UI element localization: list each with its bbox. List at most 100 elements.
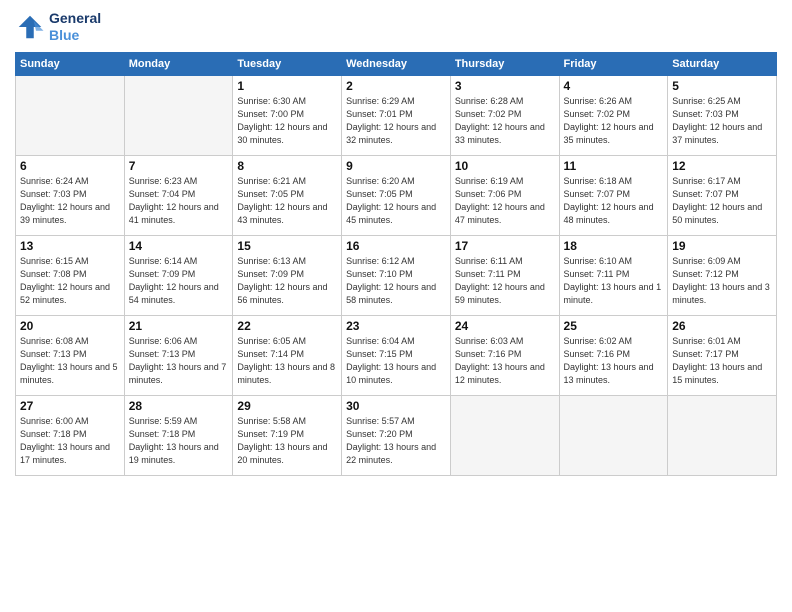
day-info: Sunrise: 6:17 AMSunset: 7:07 PMDaylight:… (672, 175, 772, 227)
day-number: 14 (129, 239, 229, 253)
calendar-cell: 21 Sunrise: 6:06 AMSunset: 7:13 PMDayligh… (124, 315, 233, 395)
header: General Blue (15, 10, 777, 44)
day-number: 8 (237, 159, 337, 173)
calendar-cell: 5Sunrise: 6:25 AMSunset: 7:03 PMDaylight… (668, 75, 777, 155)
weekday-header-wednesday: Wednesday (342, 52, 451, 75)
calendar-cell (559, 395, 668, 475)
calendar-cell: 10 Sunrise: 6:19 AMSunset: 7:06 PMDayligh… (450, 155, 559, 235)
day-info: Sunrise: 6:08 AMSunset: 7:13 PMDaylight:… (20, 335, 120, 387)
weekday-header-row: SundayMondayTuesdayWednesdayThursdayFrid… (16, 52, 777, 75)
day-number: 25 (564, 319, 664, 333)
logo-icon (15, 12, 45, 42)
day-number: 28 (129, 399, 229, 413)
weekday-header-friday: Friday (559, 52, 668, 75)
day-number: 27 (20, 399, 120, 413)
calendar-cell: 2 Sunrise: 6:29 AMSunset: 7:01 PMDaylight… (342, 75, 451, 155)
weekday-header-sunday: Sunday (16, 52, 125, 75)
day-info: Sunrise: 6:30 AMSunset: 7:00 PMDaylight:… (237, 95, 337, 147)
calendar-cell: 26 Sunrise: 6:01 AMSunset: 7:17 PMDayligh… (668, 315, 777, 395)
day-info: Sunrise: 6:06 AMSunset: 7:13 PMDaylight:… (129, 335, 229, 387)
day-info: Sunrise: 6:24 AMSunset: 7:03 PMDaylight:… (20, 175, 120, 227)
day-info: Sunrise: 6:28 AMSunset: 7:02 PMDaylight:… (455, 95, 555, 147)
week-row-3: 13 Sunrise: 6:15 AMSunset: 7:08 PMDayligh… (16, 235, 777, 315)
day-number: 1 (237, 79, 337, 93)
calendar-cell: 3 Sunrise: 6:28 AMSunset: 7:02 PMDaylight… (450, 75, 559, 155)
logo-text: General Blue (49, 10, 101, 44)
day-info: Sunrise: 6:12 AMSunset: 7:10 PMDaylight:… (346, 255, 446, 307)
calendar-cell (668, 395, 777, 475)
calendar-cell: 19Sunrise: 6:09 AMSunset: 7:12 PMDayligh… (668, 235, 777, 315)
day-number: 11 (564, 159, 664, 173)
calendar-cell: 23 Sunrise: 6:04 AMSunset: 7:15 PMDayligh… (342, 315, 451, 395)
day-number: 6 (20, 159, 120, 173)
calendar-cell (450, 395, 559, 475)
day-number: 26 (672, 319, 772, 333)
week-row-2: 6 Sunrise: 6:24 AMSunset: 7:03 PMDaylight… (16, 155, 777, 235)
calendar-cell: 17 Sunrise: 6:11 AMSunset: 7:11 PMDayligh… (450, 235, 559, 315)
calendar-cell: 28 Sunrise: 5:59 AMSunset: 7:18 PMDayligh… (124, 395, 233, 475)
day-number: 10 (455, 159, 555, 173)
day-info: Sunrise: 6:20 AMSunset: 7:05 PMDaylight:… (346, 175, 446, 227)
day-number: 7 (129, 159, 229, 173)
calendar-cell: 29 Sunrise: 5:58 AMSunset: 7:19 PMDayligh… (233, 395, 342, 475)
day-number: 3 (455, 79, 555, 93)
calendar-cell: 12 Sunrise: 6:17 AMSunset: 7:07 PMDayligh… (668, 155, 777, 235)
day-info: Sunrise: 6:15 AMSunset: 7:08 PMDaylight:… (20, 255, 120, 307)
week-row-5: 27 Sunrise: 6:00 AMSunset: 7:18 PMDayligh… (16, 395, 777, 475)
day-number: 17 (455, 239, 555, 253)
calendar-cell: 11 Sunrise: 6:18 AMSunset: 7:07 PMDayligh… (559, 155, 668, 235)
day-number: 15 (237, 239, 337, 253)
day-info: Sunrise: 6:18 AMSunset: 7:07 PMDaylight:… (564, 175, 664, 227)
day-info: Sunrise: 6:10 AMSunset: 7:11 PMDaylight:… (564, 255, 664, 307)
day-info: Sunrise: 6:23 AMSunset: 7:04 PMDaylight:… (129, 175, 229, 227)
day-number: 12 (672, 159, 772, 173)
day-info: Sunrise: 6:13 AMSunset: 7:09 PMDaylight:… (237, 255, 337, 307)
day-number: 23 (346, 319, 446, 333)
week-row-4: 20 Sunrise: 6:08 AMSunset: 7:13 PMDayligh… (16, 315, 777, 395)
weekday-header-tuesday: Tuesday (233, 52, 342, 75)
day-info: Sunrise: 6:09 AMSunset: 7:12 PMDaylight:… (672, 255, 772, 307)
day-number: 22 (237, 319, 337, 333)
day-number: 21 (129, 319, 229, 333)
day-info: Sunrise: 6:05 AMSunset: 7:14 PMDaylight:… (237, 335, 337, 387)
calendar-cell (16, 75, 125, 155)
calendar-cell: 25 Sunrise: 6:02 AMSunset: 7:16 PMDayligh… (559, 315, 668, 395)
day-number: 30 (346, 399, 446, 413)
calendar-cell: 14 Sunrise: 6:14 AMSunset: 7:09 PMDayligh… (124, 235, 233, 315)
calendar-cell: 20 Sunrise: 6:08 AMSunset: 7:13 PMDayligh… (16, 315, 125, 395)
weekday-header-thursday: Thursday (450, 52, 559, 75)
day-info: Sunrise: 6:01 AMSunset: 7:17 PMDaylight:… (672, 335, 772, 387)
day-number: 18 (564, 239, 664, 253)
weekday-header-monday: Monday (124, 52, 233, 75)
logo: General Blue (15, 10, 101, 44)
day-info: Sunrise: 6:29 AMSunset: 7:01 PMDaylight:… (346, 95, 446, 147)
day-info: Sunrise: 6:02 AMSunset: 7:16 PMDaylight:… (564, 335, 664, 387)
calendar-cell: 18 Sunrise: 6:10 AMSunset: 7:11 PMDayligh… (559, 235, 668, 315)
day-info: Sunrise: 5:58 AMSunset: 7:19 PMDaylight:… (237, 415, 337, 467)
day-number: 2 (346, 79, 446, 93)
day-number: 4 (564, 79, 664, 93)
day-number: 13 (20, 239, 120, 253)
day-info: Sunrise: 6:21 AMSunset: 7:05 PMDaylight:… (237, 175, 337, 227)
calendar-cell: 30 Sunrise: 5:57 AMSunset: 7:20 PMDayligh… (342, 395, 451, 475)
day-number: 29 (237, 399, 337, 413)
day-info: Sunrise: 6:14 AMSunset: 7:09 PMDaylight:… (129, 255, 229, 307)
day-number: 9 (346, 159, 446, 173)
day-number: 16 (346, 239, 446, 253)
day-info: Sunrise: 5:57 AMSunset: 7:20 PMDaylight:… (346, 415, 446, 467)
day-info: Sunrise: 6:11 AMSunset: 7:11 PMDaylight:… (455, 255, 555, 307)
calendar-cell: 6 Sunrise: 6:24 AMSunset: 7:03 PMDaylight… (16, 155, 125, 235)
day-info: Sunrise: 6:04 AMSunset: 7:15 PMDaylight:… (346, 335, 446, 387)
day-number: 20 (20, 319, 120, 333)
day-info: Sunrise: 6:19 AMSunset: 7:06 PMDaylight:… (455, 175, 555, 227)
calendar-cell: 16 Sunrise: 6:12 AMSunset: 7:10 PMDayligh… (342, 235, 451, 315)
day-info: Sunrise: 5:59 AMSunset: 7:18 PMDaylight:… (129, 415, 229, 467)
day-info: Sunrise: 6:00 AMSunset: 7:18 PMDaylight:… (20, 415, 120, 467)
calendar-cell (124, 75, 233, 155)
week-row-1: 1 Sunrise: 6:30 AMSunset: 7:00 PMDaylight… (16, 75, 777, 155)
calendar-cell: 15 Sunrise: 6:13 AMSunset: 7:09 PMDayligh… (233, 235, 342, 315)
day-number: 24 (455, 319, 555, 333)
calendar-cell: 13 Sunrise: 6:15 AMSunset: 7:08 PMDayligh… (16, 235, 125, 315)
calendar-cell: 7 Sunrise: 6:23 AMSunset: 7:04 PMDaylight… (124, 155, 233, 235)
day-info: Sunrise: 6:25 AMSunset: 7:03 PMDaylight:… (672, 95, 772, 147)
